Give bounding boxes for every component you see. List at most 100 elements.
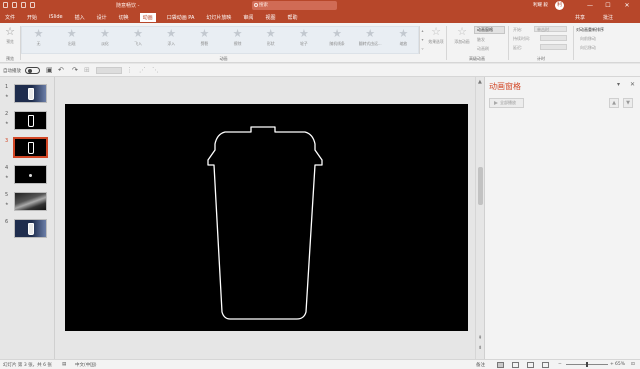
language-indicator[interactable]: 中文(中国)	[75, 362, 97, 368]
distribute-icon[interactable]: ⋰	[139, 67, 146, 74]
ribbon-divider	[446, 26, 447, 60]
tab-3[interactable]: 插入	[74, 14, 86, 22]
slideshow-view-icon[interactable]	[542, 362, 549, 368]
tab-11[interactable]: 帮助	[286, 14, 298, 22]
animation-effect-10[interactable]: ★ 翻转式由远...	[356, 28, 385, 58]
align-icon[interactable]: ⋮	[126, 67, 133, 74]
user-name[interactable]: 利耀 毅	[533, 2, 548, 8]
redo-icon[interactable]	[21, 2, 26, 8]
tab-7[interactable]: 口袋动画 PA	[166, 14, 196, 22]
tab-0[interactable]: 文件	[4, 14, 16, 22]
slide-thumbnail[interactable]	[14, 84, 47, 103]
maximize-button[interactable]: ☐	[601, 1, 615, 10]
tab-6[interactable]: 动画	[139, 13, 156, 22]
animation-effect-2[interactable]: ★ 淡化	[90, 28, 119, 58]
tab-10[interactable]: 视图	[264, 14, 276, 22]
tab-1[interactable]: 开始	[26, 14, 38, 22]
delay-label: 延迟:	[513, 45, 523, 50]
zoom-out-icon[interactable]: −	[558, 362, 562, 367]
effect-star-icon: ★	[199, 27, 210, 40]
pane-dropdown-icon[interactable]: ▾	[617, 81, 620, 88]
zoom-slider-knob[interactable]	[586, 362, 588, 367]
animation-effect-5[interactable]: ★ 劈裂	[190, 28, 219, 58]
animation-effect-0[interactable]: ★ 无	[24, 28, 53, 58]
pane-close-icon[interactable]: ✕	[630, 81, 635, 88]
save-icon[interactable]: ▣	[46, 67, 53, 74]
gallery-more-icon[interactable]: ▿	[420, 44, 425, 53]
quick-input[interactable]	[96, 67, 122, 74]
animation-effect-8[interactable]: ★ 轮子	[289, 28, 318, 58]
sorter-view-icon[interactable]	[512, 362, 519, 368]
prev-slide-icon[interactable]: ⇞	[478, 335, 482, 341]
effect-options-button[interactable]: ☆ 效果选项	[426, 26, 446, 56]
normal-view-icon[interactable]	[497, 362, 504, 368]
minimize-button[interactable]: —	[583, 1, 597, 10]
slide-thumbnail[interactable]	[14, 111, 47, 130]
effect-star-icon: ★	[133, 27, 144, 40]
play-all-label: 全部播放	[500, 100, 516, 105]
present-icon[interactable]	[30, 2, 35, 8]
move-earlier-button[interactable]: 向前移动	[580, 36, 596, 42]
cup-outline-graphic[interactable]	[65, 104, 468, 331]
tab-4[interactable]: 设计	[96, 14, 108, 22]
close-button[interactable]: ✕	[620, 1, 634, 10]
tab-5[interactable]: 切换	[118, 14, 130, 22]
secondary-toolbar: 自动播放 ▣ ↶ ↷ ⊞ ⋮ ⋰ ⋱	[0, 64, 640, 77]
animation-effect-9[interactable]: ★ 随机线条	[323, 28, 352, 58]
gallery-scroller[interactable]: ▴ ▾ ▿	[419, 26, 425, 54]
animation-effect-1[interactable]: ★ 出现	[57, 28, 86, 58]
animation-pane-title: 动画窗格	[489, 82, 521, 91]
effect-label: 翻转式由远...	[358, 41, 382, 46]
play-all-button[interactable]: 全部播放	[489, 98, 524, 108]
arrange-icon[interactable]: ⋱	[152, 67, 159, 74]
tab-2[interactable]: iSlide	[48, 14, 64, 22]
add-animation-button[interactable]: ☆ 添加动画	[450, 26, 474, 56]
reading-view-icon[interactable]	[527, 362, 534, 368]
next-slide-icon[interactable]: ⇟	[478, 345, 482, 351]
effect-star-icon: ★	[66, 27, 77, 40]
share-button[interactable]: 共享	[575, 14, 585, 21]
animation-effect-11[interactable]: ★ 缩放	[389, 28, 418, 58]
slide-thumbnail[interactable]	[14, 219, 47, 238]
animation-effect-4[interactable]: ★ 浮入	[157, 28, 186, 58]
gallery-down-icon[interactable]: ▾	[420, 35, 425, 44]
save-icon[interactable]	[3, 2, 8, 8]
move-up-button[interactable]: ▲	[609, 98, 619, 108]
slide-scrollbar[interactable]: ▲ ⇞ ⇟	[475, 77, 484, 359]
animation-effect-3[interactable]: ★ 飞入	[124, 28, 153, 58]
search-box[interactable]: 搜索	[252, 1, 337, 10]
undo-icon[interactable]: ↶	[58, 67, 64, 74]
cup-image	[28, 223, 34, 235]
undo-icon[interactable]	[12, 2, 17, 8]
comment-button[interactable]: 批注	[603, 14, 613, 21]
zoom-in-icon[interactable]: +	[610, 362, 614, 367]
scroll-up-icon[interactable]: ▲	[478, 79, 482, 85]
avatar[interactable]: 利	[555, 1, 564, 10]
preview-button[interactable]: ☆ 预览	[0, 26, 20, 56]
autoplay-toggle[interactable]	[25, 67, 40, 74]
tab-9[interactable]: 审阅	[242, 14, 254, 22]
slide-thumbnail[interactable]	[14, 165, 47, 184]
fit-slide-icon[interactable]: ⊡	[631, 362, 635, 367]
start-select[interactable]: 单击时	[534, 26, 567, 32]
animation-effect-6[interactable]: ★ 擦除	[223, 28, 252, 58]
notes-button[interactable]: 备注	[476, 362, 485, 368]
animation-painter-button[interactable]: 动画刷	[477, 46, 489, 52]
animation-marker-icon: ★	[5, 120, 9, 125]
delay-input[interactable]	[540, 44, 567, 50]
zoom-level[interactable]: 65%	[615, 362, 625, 367]
move-later-button[interactable]: 向后移动	[580, 45, 596, 51]
spellcheck-icon[interactable]: ▤	[62, 362, 66, 367]
redo-icon[interactable]: ↷	[72, 67, 78, 74]
current-slide[interactable]	[65, 104, 468, 331]
gallery-up-icon[interactable]: ▴	[420, 26, 425, 35]
move-down-button[interactable]: ▼	[623, 98, 633, 108]
animation-effect-7[interactable]: ★ 形状	[256, 28, 285, 58]
tab-8[interactable]: 幻灯片放映	[205, 14, 232, 22]
trigger-button[interactable]: 触发	[477, 37, 485, 43]
scroll-thumb[interactable]	[478, 167, 483, 205]
duration-input[interactable]	[540, 35, 567, 41]
present-icon[interactable]: ⊞	[84, 67, 90, 74]
slide-thumbnail[interactable]	[14, 192, 47, 211]
slide-thumbnail[interactable]	[14, 138, 47, 157]
